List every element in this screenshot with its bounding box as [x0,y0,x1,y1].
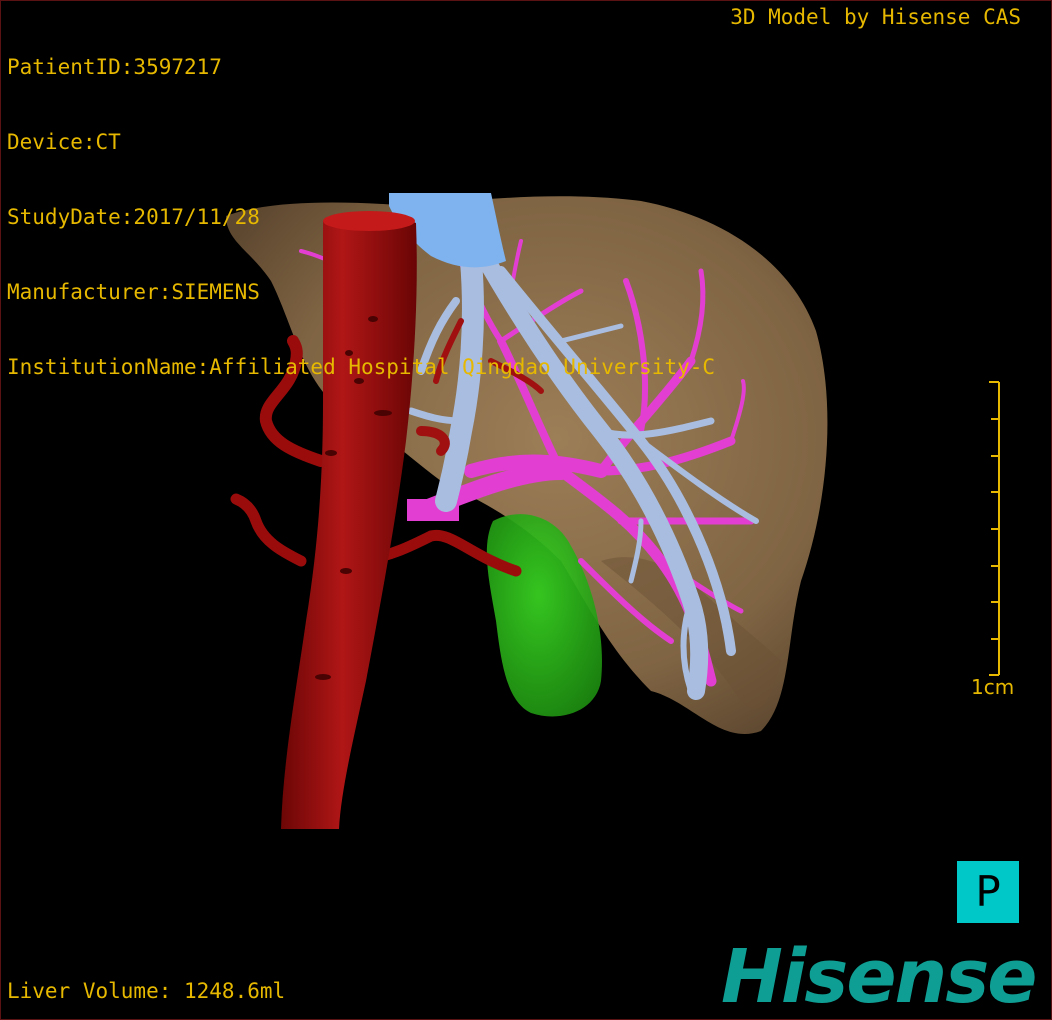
scale-bar-label: 1cm [971,675,1015,699]
render-viewport[interactable]: PatientID:3597217 Device:CT StudyDate:20… [0,0,1052,1020]
scale-bar [989,381,1000,676]
institution-line: InstitutionName:Affiliated Hospital Qing… [7,355,716,379]
study-date-line: StudyDate:2017/11/28 [7,205,260,229]
hisense-logo: Hisense [721,934,1037,1020]
patient-id-line: PatientID:3597217 [7,55,222,79]
manufacturer-line: Manufacturer:SIEMENS [7,280,260,304]
orientation-marker[interactable]: P [957,861,1019,923]
liver-volume-readout: Liver Volume: 1248.6ml [7,979,286,1003]
model-credit: 3D Model by Hisense CAS [730,5,1021,29]
dicom-metadata-overlay: PatientID:3597217 Device:CT StudyDate:20… [7,5,715,430]
device-line: Device:CT [7,130,121,154]
